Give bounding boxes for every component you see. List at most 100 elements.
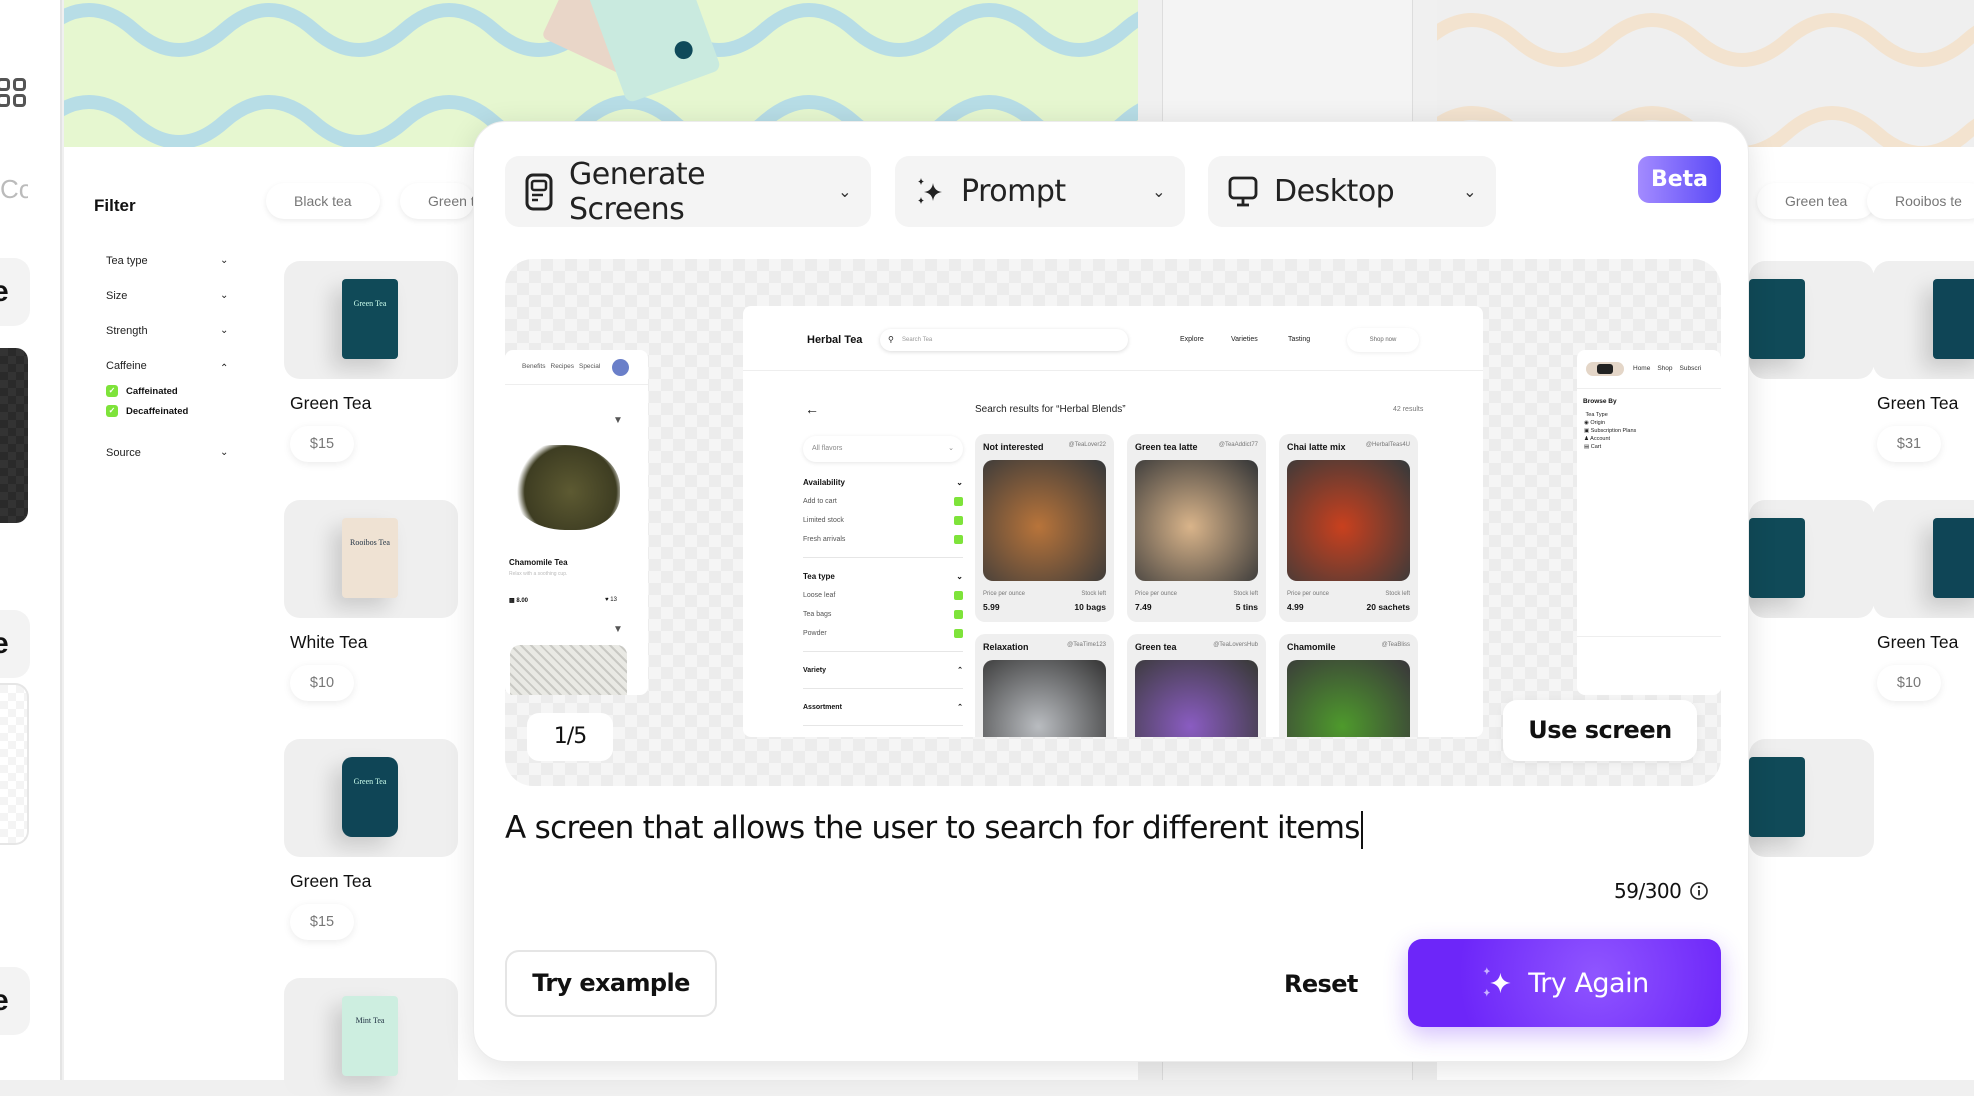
result-card[interactable]: Green tea @TeaLoversHub — [1127, 634, 1266, 737]
grid-icon[interactable] — [0, 78, 30, 110]
product-image[interactable] — [1749, 500, 1874, 618]
checkbox[interactable] — [954, 535, 963, 544]
page-indicator: 1/5 — [527, 713, 613, 761]
product-image[interactable]: Mint Tea — [284, 978, 458, 1096]
shop-now-button[interactable]: Shop now — [1347, 328, 1419, 352]
filter-option[interactable]: Limited stock — [803, 511, 963, 530]
preview-side-screen[interactable]: Home Shop Subscri Browse By Tea Type ◉ Ori… — [1577, 350, 1721, 695]
filter-option[interactable]: Fresh arrivals — [803, 530, 963, 549]
mode-dropdown[interactable]: Generate Screens ⌄ — [505, 156, 871, 227]
chip-black-tea[interactable]: Black tea — [266, 183, 380, 219]
product-name[interactable]: Green Tea — [1877, 632, 1958, 653]
product-image[interactable]: Green Tea — [284, 739, 458, 857]
filter-caffeine[interactable]: Caffeine — [106, 360, 147, 372]
checkbox[interactable] — [954, 516, 963, 525]
chevron-down-icon: ⌄ — [838, 182, 851, 201]
sidebar-partial-label: Co — [0, 158, 28, 220]
info-icon[interactable] — [1689, 881, 1709, 901]
reset-button[interactable]: Reset — [1284, 966, 1358, 1002]
input-dropdown[interactable]: Prompt ⌄ — [895, 156, 1185, 227]
sidebar-pill[interactable]: e — [0, 258, 30, 326]
card-title: Not interested — [983, 442, 1044, 452]
search-input[interactable]: ⚲ Search Tea — [880, 329, 1128, 351]
checkbox[interactable] — [954, 591, 963, 600]
nav-varieties[interactable]: Varieties — [1231, 336, 1258, 343]
product-image[interactable] — [1873, 500, 1974, 618]
preview-mobile-screen[interactable]: Benefits Recipes Special ▼ Chamomile Tea R… — [505, 350, 648, 695]
generate-modal: Generate Screens ⌄ Prompt ⌄ Desktop ⌄ Be… — [473, 121, 1749, 1062]
chip-rooibos-tea[interactable]: Rooibos te — [1867, 183, 1974, 219]
chevron-down-icon[interactable]: ⌄ — [220, 325, 228, 336]
filter-variety[interactable]: Variety ⌃ — [803, 660, 963, 680]
nav-explore[interactable]: Explore — [1180, 336, 1204, 343]
filter-flavors[interactable]: Flavors⌃ — [803, 734, 963, 737]
chevron-up-icon[interactable]: ⌃ — [220, 363, 228, 374]
device-dropdown[interactable]: Desktop ⌄ — [1208, 156, 1496, 227]
checkbox[interactable] — [954, 629, 963, 638]
filter-icon[interactable]: ▼ — [613, 624, 623, 635]
results-grid: Not interested @TeaLover22 Price per ounce… — [975, 434, 1435, 737]
result-card[interactable]: Not interested @TeaLover22 Price per ounce… — [975, 434, 1114, 622]
product-image[interactable] — [1873, 261, 1974, 379]
checkbox-caffeinated[interactable]: ✓ Caffeinated — [106, 385, 178, 397]
result-card[interactable]: Green tea latte @TeaAddict77 Price per oun… — [1127, 434, 1266, 622]
chip-green-tea[interactable]: Green te — [400, 183, 474, 219]
browse-item[interactable]: ♟ Account — [1584, 435, 1636, 443]
sidebar-pill[interactable]: e — [0, 610, 30, 678]
product-name[interactable]: Green Tea — [290, 393, 371, 414]
chevron-down-icon[interactable]: ⌄ — [220, 290, 228, 301]
filter-size[interactable]: Size — [106, 290, 127, 302]
card-image — [1135, 660, 1258, 737]
filter-assortment[interactable]: Assortment ⌃ — [803, 697, 963, 717]
filter-strength[interactable]: Strength — [106, 325, 148, 337]
avatar[interactable] — [612, 359, 629, 376]
filter-option[interactable]: Powder — [803, 624, 963, 643]
filter-option[interactable]: Add to cart — [803, 492, 963, 511]
try-example-button[interactable]: Try example — [505, 950, 717, 1017]
product-name[interactable]: White Tea — [290, 632, 368, 653]
filter-source[interactable]: Source — [106, 447, 141, 459]
product-image[interactable]: Green Tea — [284, 261, 458, 379]
product-image[interactable]: Rooibos Tea — [284, 500, 458, 618]
sparkle-icon — [1483, 967, 1511, 997]
check-icon: ✓ — [106, 405, 118, 417]
product-image[interactable] — [1749, 261, 1874, 379]
use-screen-button[interactable]: Use screen — [1503, 700, 1697, 761]
product-name[interactable]: Green Tea — [1877, 393, 1958, 414]
result-card[interactable]: Relaxation @TeaTime123 — [975, 634, 1114, 737]
product-name[interactable]: Green Tea — [290, 871, 371, 892]
nav-tasting[interactable]: Tasting — [1288, 336, 1310, 343]
try-again-button[interactable]: Try Again — [1408, 939, 1721, 1027]
checkbox[interactable] — [954, 497, 963, 506]
browse-item[interactable]: ◉ Origin — [1584, 419, 1636, 427]
chevron-down-icon[interactable]: ⌄ — [220, 255, 228, 266]
checkbox-decaffeinated[interactable]: ✓ Decaffeinated — [106, 405, 188, 417]
sidebar-thumbnail-dark[interactable] — [0, 348, 28, 523]
stock-value: 5 tins — [1235, 602, 1258, 612]
filter-option[interactable]: Loose leaf — [803, 586, 963, 605]
filter-icon[interactable]: ▼ — [613, 415, 623, 426]
preview-desktop-screen[interactable]: Herbal Tea ⚲ Search Tea Explore Varietie… — [743, 306, 1483, 737]
sidebar-thumbnail-light[interactable] — [0, 683, 29, 845]
chevron-down-icon[interactable]: ⌄ — [220, 447, 228, 458]
back-arrow-icon[interactable]: ← — [805, 401, 819, 417]
filter-tea-type[interactable]: Tea type ⌄ — [803, 566, 963, 586]
mobile-nav: Benefits Recipes Special — [522, 363, 601, 370]
sidebar-pill[interactable]: e — [0, 967, 30, 1035]
card-user: @TeaLoversHub — [1213, 642, 1258, 648]
checkbox[interactable] — [954, 610, 963, 619]
product-image[interactable] — [1749, 739, 1874, 857]
filter-tea-type[interactable]: Tea type — [106, 255, 148, 267]
result-card[interactable]: Chai latte mix @HerbalTeas4U Price per oun… — [1279, 434, 1418, 622]
browse-item[interactable]: ▣ Subscription Plans — [1584, 427, 1636, 435]
result-card[interactable]: Chamomile @TeaBliss — [1279, 634, 1418, 737]
browse-item[interactable]: Tea Type — [1584, 411, 1636, 419]
prompt-input[interactable]: A screen that allows the user to search … — [505, 810, 1605, 849]
chip-green-tea[interactable]: Green tea — [1757, 183, 1876, 219]
flavor-select[interactable]: All flavors ⌄ — [803, 436, 963, 462]
card-user: @TeaAddict77 — [1218, 442, 1258, 448]
filter-availability[interactable]: Availability ⌄ — [803, 472, 963, 492]
price-value: 7.49 — [1135, 602, 1152, 612]
filter-option[interactable]: Tea bags — [803, 605, 963, 624]
browse-item[interactable]: ▤ Cart — [1584, 443, 1636, 451]
